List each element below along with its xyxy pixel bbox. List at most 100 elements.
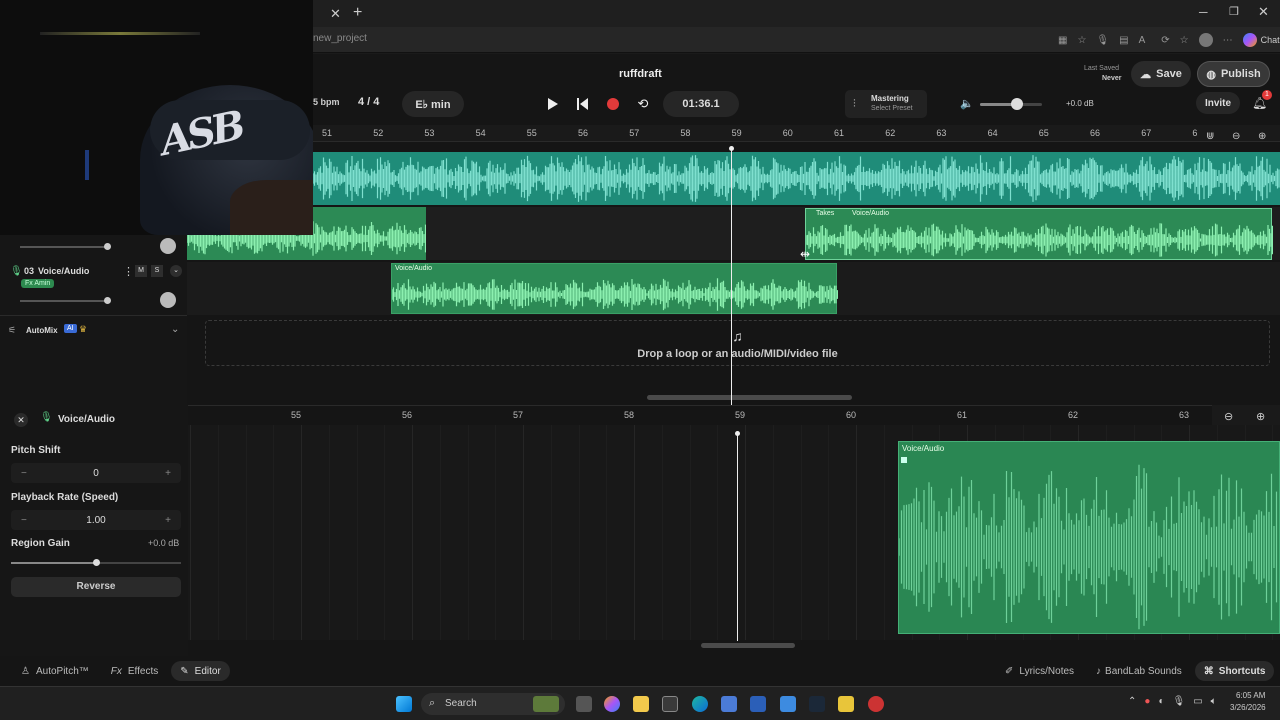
translate-icon[interactable]: A: [1139, 35, 1146, 46]
time-display[interactable]: 01:36.1: [663, 91, 739, 117]
autopitch-button[interactable]: ♙ AutoPitch™: [12, 661, 98, 681]
mute-button[interactable]: M: [135, 265, 147, 277]
edge-icon[interactable]: [692, 696, 708, 712]
tray-icon[interactable]: ●: [1144, 696, 1150, 707]
editor-scrollbar[interactable]: [701, 643, 795, 648]
apps-icon[interactable]: ▦: [1058, 35, 1067, 46]
minus-icon[interactable]: −: [21, 468, 27, 479]
favorite-icon[interactable]: ☆: [1077, 35, 1086, 46]
project-title[interactable]: ruffdraft: [619, 68, 662, 80]
playhead[interactable]: [731, 148, 732, 405]
audio-clip-voice[interactable]: Voice/Audio: [391, 263, 838, 314]
minimize-icon[interactable]: ─: [1199, 5, 1208, 19]
outlook-icon[interactable]: [780, 696, 796, 712]
mic-tray-icon[interactable]: 🎙︎: [1172, 696, 1185, 707]
horizontal-scrollbar[interactable]: [647, 395, 852, 400]
drop-zone[interactable]: ♫ Drop a loop or an audio/MIDI/video fil…: [205, 320, 1270, 366]
key-button[interactable]: E♭ min: [402, 91, 464, 117]
takes-clip[interactable]: Takes Voice/Audio: [805, 208, 1273, 260]
taskbar-time[interactable]: 6:05 AM: [1236, 691, 1265, 700]
invite-button[interactable]: Invite: [1196, 92, 1240, 114]
favorites-bar-icon[interactable]: ☆: [1180, 35, 1189, 46]
play-icon[interactable]: [538, 91, 568, 117]
track-lane-3[interactable]: Voice/Audio: [187, 262, 1280, 315]
mic-icon[interactable]: 🎙: [1096, 35, 1109, 46]
publish-button[interactable]: ◍ Publish: [1197, 61, 1270, 87]
minus-icon[interactable]: −: [21, 515, 27, 526]
lyrics-button[interactable]: ✐ Lyrics/Notes: [996, 661, 1083, 681]
taskbar-date[interactable]: 3/26/2026: [1230, 703, 1266, 712]
app-icon-2[interactable]: [750, 696, 766, 712]
save-button[interactable]: ☁ Save: [1131, 61, 1191, 87]
close-editor-icon[interactable]: ✕: [14, 413, 28, 427]
app-icon-4[interactable]: [868, 696, 884, 712]
time-signature[interactable]: 4 / 4: [358, 96, 379, 108]
automix-chevron-icon[interactable]: ⌄: [171, 324, 179, 335]
windows-start-icon[interactable]: [396, 696, 412, 712]
region-gain-slider[interactable]: [11, 559, 181, 566]
zoom-in-icon[interactable]: ⊕: [1258, 131, 1266, 142]
speaker-icon[interactable]: 🔈: [960, 97, 974, 110]
chat-label[interactable]: Chat: [1261, 35, 1280, 45]
editor-zoom-in-icon[interactable]: ⊕: [1256, 410, 1265, 423]
editor-zoom-out-icon[interactable]: ⊖: [1224, 410, 1233, 423]
zoom-out-icon[interactable]: ⊖: [1232, 131, 1240, 142]
close-window-icon[interactable]: ✕: [1258, 4, 1269, 20]
read-icon[interactable]: ▤: [1119, 35, 1128, 46]
reverse-button[interactable]: Reverse: [11, 577, 181, 597]
playback-rate-value[interactable]: 1.00: [86, 515, 105, 526]
track-volume-slider-2[interactable]: [20, 297, 111, 304]
loop-icon[interactable]: ⟲: [628, 91, 658, 117]
app-icon[interactable]: [662, 696, 678, 712]
rewind-icon[interactable]: [568, 91, 598, 117]
shortcuts-button[interactable]: ⌘ Shortcuts: [1194, 661, 1275, 681]
copilot-taskbar-icon[interactable]: [604, 696, 620, 712]
fx-badge[interactable]: Fx Amin: [21, 279, 55, 288]
extensions-icon[interactable]: ⟳: [1161, 35, 1169, 46]
track-volume-slider[interactable]: [20, 243, 111, 250]
volume-tray-icon[interactable]: 🔈︎: [1211, 696, 1217, 707]
editor-playhead-handle[interactable]: [735, 431, 740, 436]
pitch-shift-value[interactable]: 0: [93, 468, 99, 479]
pan-knob[interactable]: [160, 238, 176, 254]
chevron-up-icon[interactable]: ⌃: [1128, 696, 1136, 707]
bpm-display[interactable]: 5 bpm: [313, 97, 340, 107]
record-icon[interactable]: [598, 91, 628, 117]
file-explorer-icon[interactable]: [633, 696, 649, 712]
track-lane-2[interactable]: Takes Voice/Audio: [187, 207, 1280, 260]
plus-icon[interactable]: +: [165, 515, 171, 526]
more-icon[interactable]: ⋯: [1223, 35, 1233, 46]
profile-avatar[interactable]: [1198, 33, 1213, 47]
editor-playhead[interactable]: [737, 433, 738, 641]
pan-knob-2[interactable]: [160, 292, 176, 308]
plus-icon[interactable]: +: [165, 468, 171, 479]
mastering-button[interactable]: ⫶ Mastering Select Preset: [845, 90, 927, 118]
app-icon-3[interactable]: [838, 696, 854, 712]
bandlab-sounds-button[interactable]: ♪ BandLab Sounds: [1087, 661, 1191, 681]
taskbar-search[interactable]: ⌕ Search: [421, 693, 565, 715]
pitch-shift-stepper[interactable]: − 0 +: [11, 463, 181, 483]
editor-audio-clip[interactable]: Voice/Audio: [898, 441, 1280, 634]
track-name[interactable]: Voice/Audio: [38, 266, 89, 276]
task-view-icon[interactable]: [576, 696, 592, 712]
playhead-handle[interactable]: [729, 146, 734, 151]
monitor-icon[interactable]: ▭: [1193, 696, 1202, 707]
timeline-ruler[interactable]: 51 52 53 54 55 56 57 58 59 60 61 62 63 64 65 66 67 6: [313, 125, 1280, 142]
effects-button[interactable]: Fx Effects: [102, 661, 168, 681]
magnet-icon[interactable]: ⋓: [1206, 131, 1214, 142]
playback-rate-stepper[interactable]: − 1.00 +: [11, 510, 181, 530]
track-menu-icon[interactable]: ⋮: [123, 265, 134, 278]
new-tab-icon[interactable]: +: [353, 4, 362, 22]
close-tab-icon[interactable]: ✕: [330, 6, 341, 22]
store-icon[interactable]: [721, 696, 737, 712]
steam-icon[interactable]: [809, 696, 825, 712]
master-volume-slider[interactable]: [980, 98, 1042, 110]
copilot-icon[interactable]: [1242, 33, 1257, 47]
url-text[interactable]: new_project: [313, 33, 367, 44]
editor-button[interactable]: ✎ Editor: [171, 661, 230, 681]
solo-button[interactable]: S: [151, 265, 163, 277]
automix-label[interactable]: AutoMix: [26, 326, 58, 335]
editor-ruler[interactable]: 55 56 57 58 59 60 61 62 63: [188, 405, 1280, 425]
restore-icon[interactable]: ❐: [1229, 5, 1239, 18]
tray-icon-2[interactable]: ◐: [1158, 696, 1164, 707]
